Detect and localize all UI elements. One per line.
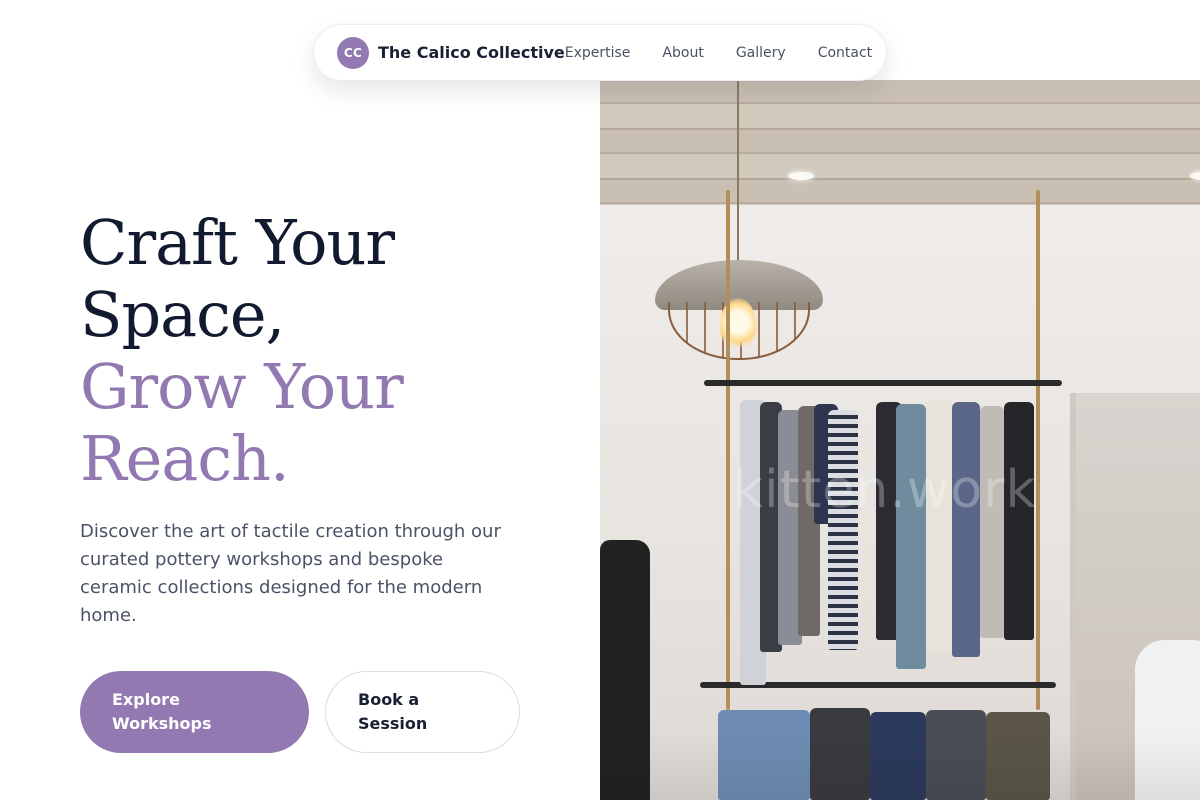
nav-link-gallery[interactable]: Gallery <box>736 45 786 61</box>
headline-accent-line-2: Reach. <box>80 422 290 495</box>
garment <box>952 402 980 657</box>
top-navigation: CC The Calico Collective Expertise About… <box>313 24 887 81</box>
nav-link-expertise[interactable]: Expertise <box>565 45 631 61</box>
hanging-rope-right <box>1036 190 1040 710</box>
landing-page: CC The Calico Collective Expertise About… <box>0 0 1200 800</box>
hanging-rope-left <box>726 190 730 710</box>
explore-workshops-button[interactable]: Explore Workshops <box>80 671 309 753</box>
ceiling-light <box>788 172 814 180</box>
hero-description: Discover the art of tactile creation thr… <box>80 521 501 626</box>
garment <box>1004 402 1034 640</box>
book-session-label: Book a Session <box>358 690 428 733</box>
explore-workshops-label: Explore Workshops <box>112 690 212 733</box>
nav-link-contact[interactable]: Contact <box>818 45 872 61</box>
clothing-rail-upper <box>704 380 1062 386</box>
book-session-button[interactable]: Book a Session <box>325 671 520 753</box>
floor-shadow <box>600 730 1200 800</box>
lamp-cord <box>737 80 739 265</box>
ceiling-planks <box>600 80 1200 205</box>
garment <box>926 400 952 650</box>
headline-line-1: Craft Your <box>80 206 395 279</box>
image-watermark: kitten.work <box>733 460 1037 520</box>
logo-badge[interactable]: CC <box>337 36 369 69</box>
nav-links: Expertise About Gallery Contact <box>565 45 872 61</box>
hero-image: kitten.work <box>600 80 1200 800</box>
brand-name[interactable]: The Calico Collective <box>378 43 565 62</box>
garment <box>980 406 1004 638</box>
headline-accent-line-1: Grow Your <box>80 350 404 423</box>
hero-headline: Craft Your Space, Grow Your Reach. <box>80 207 580 495</box>
garment <box>828 410 858 650</box>
headline-line-2: Space, <box>80 278 285 351</box>
nav-link-about[interactable]: About <box>662 45 703 61</box>
garment <box>896 404 926 669</box>
